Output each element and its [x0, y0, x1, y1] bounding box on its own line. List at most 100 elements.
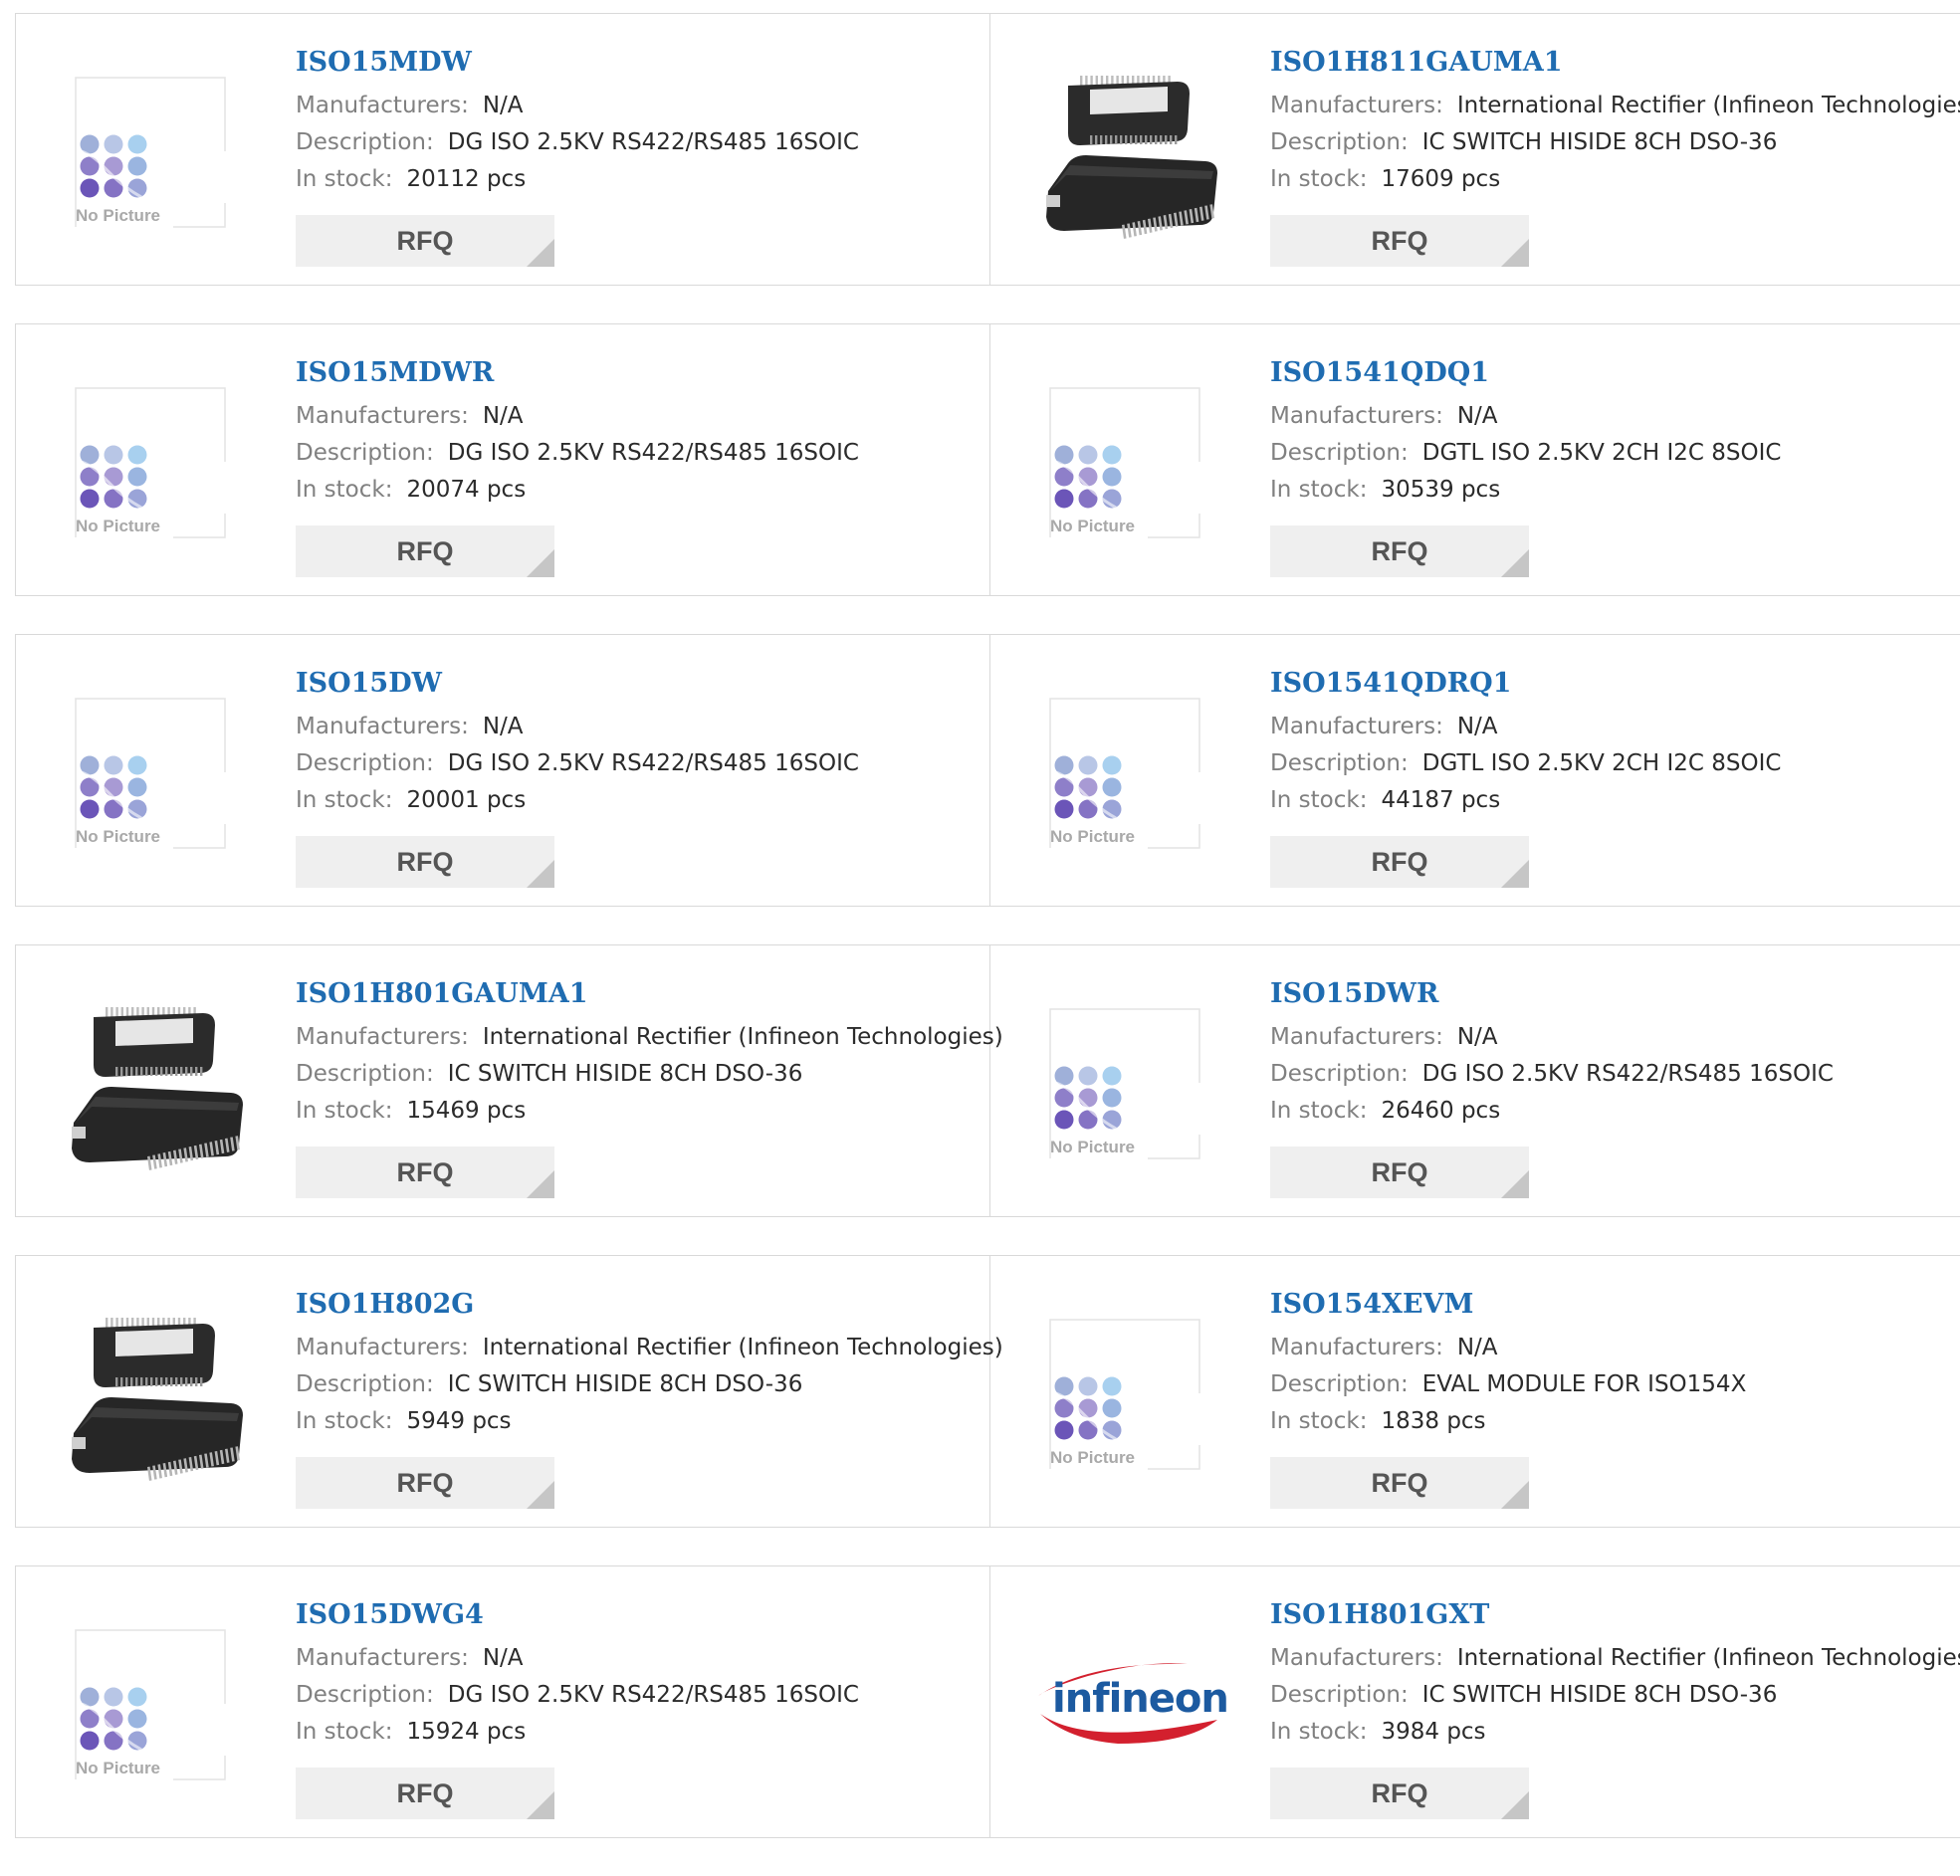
- part-number-link[interactable]: ISO15DW: [296, 667, 442, 701]
- manufacturer-row: Manufacturers: N/A: [1270, 398, 1960, 435]
- rfq-button[interactable]: RFQ: [296, 215, 554, 267]
- product-info: ISO15DWG4 Manufacturers: N/A Description:…: [296, 1598, 989, 1751]
- product-info: ISO15DW Manufacturers: N/A Description: DG…: [296, 667, 989, 819]
- product-row: No Picture ISO15DWG4 Manufacturers: N/A D…: [15, 1565, 1960, 1838]
- manufacturer-row: Manufacturers: International Rectifier (I…: [1270, 88, 1960, 124]
- part-number-link[interactable]: ISO15DWG4: [296, 1598, 484, 1632]
- rfq-label: RFQ: [396, 847, 454, 877]
- description-label: Description:: [296, 1371, 434, 1397]
- description-row: Description: IC SWITCH HISIDE 8CH DSO-36: [296, 1366, 989, 1403]
- manufacturer-value: N/A: [482, 403, 524, 429]
- manufacturer-label: Manufacturers:: [1270, 1335, 1443, 1360]
- rfq-button[interactable]: RFQ: [1270, 525, 1529, 577]
- rfq-label: RFQ: [1371, 226, 1428, 256]
- stock-row: In stock: 3984 pcs: [1270, 1714, 1960, 1751]
- rfq-label: RFQ: [396, 1468, 454, 1498]
- stock-label: In stock:: [1270, 166, 1368, 192]
- product-image[interactable]: No Picture: [1028, 1294, 1227, 1493]
- rfq-button[interactable]: RFQ: [1270, 836, 1529, 888]
- rfq-corner-decoration: [527, 1481, 554, 1509]
- product-info: ISO15DWR Manufacturers: N/A Description: D…: [1270, 977, 1960, 1130]
- description-value: EVAL MODULE FOR ISO154X: [1421, 1371, 1747, 1397]
- product-image[interactable]: No Picture: [54, 673, 253, 872]
- product-info: ISO1H811GAUMA1 Manufacturers: Internation…: [1270, 46, 1960, 198]
- manufacturer-value: International Rectifier (Infineon Techno…: [482, 1024, 1003, 1050]
- manufacturer-label: Manufacturers:: [296, 1645, 469, 1671]
- description-row: Description: DG ISO 2.5KV RS422/RS485 16S…: [296, 745, 989, 782]
- stock-value: 44187 pcs: [1381, 787, 1501, 813]
- stock-label: In stock:: [296, 787, 393, 813]
- no-picture-text: No Picture: [76, 827, 160, 846]
- product-image[interactable]: No Picture: [54, 1604, 253, 1803]
- product-card: No Picture ISO15DWR Manufacturers: N/A De…: [990, 945, 1960, 1216]
- rfq-button[interactable]: RFQ: [296, 1146, 554, 1198]
- no-picture-text: No Picture: [1050, 1138, 1135, 1156]
- description-value: IC SWITCH HISIDE 8CH DSO-36: [447, 1061, 803, 1087]
- product-image[interactable]: infineon: [1028, 1604, 1227, 1803]
- rfq-button[interactable]: RFQ: [296, 525, 554, 577]
- manufacturer-value: N/A: [1456, 714, 1498, 739]
- rfq-label: RFQ: [396, 536, 454, 566]
- stock-row: In stock: 26460 pcs: [1270, 1093, 1960, 1130]
- product-image[interactable]: No Picture: [54, 362, 253, 561]
- product-image[interactable]: No Picture: [54, 52, 253, 251]
- no-picture-text: No Picture: [76, 517, 160, 535]
- no-picture-placeholder-icon: No Picture: [1049, 698, 1200, 849]
- rfq-button[interactable]: RFQ: [296, 1768, 554, 1819]
- product-image[interactable]: [1028, 52, 1227, 251]
- no-picture-text: No Picture: [1050, 1448, 1135, 1467]
- stock-label: In stock:: [296, 1098, 393, 1124]
- product-image[interactable]: No Picture: [1028, 362, 1227, 561]
- description-label: Description:: [1270, 1682, 1409, 1708]
- product-image[interactable]: No Picture: [1028, 983, 1227, 1182]
- rfq-button[interactable]: RFQ: [1270, 1457, 1529, 1509]
- part-number-link[interactable]: ISO15DWR: [1270, 977, 1438, 1011]
- description-value: DG ISO 2.5KV RS422/RS485 16SOIC: [447, 440, 859, 466]
- manufacturer-row: Manufacturers: N/A: [296, 1640, 989, 1677]
- no-picture-placeholder-icon: No Picture: [75, 77, 226, 228]
- stock-row: In stock: 44187 pcs: [1270, 782, 1960, 819]
- manufacturer-row: Manufacturers: N/A: [296, 88, 989, 124]
- rfq-button[interactable]: RFQ: [1270, 1146, 1529, 1198]
- part-number-link[interactable]: ISO15MDW: [296, 46, 472, 80]
- description-label: Description:: [296, 750, 434, 776]
- product-image[interactable]: [54, 1294, 253, 1493]
- manufacturer-value: N/A: [1456, 1335, 1498, 1360]
- part-number-link[interactable]: ISO1H802G: [296, 1288, 474, 1322]
- part-number-link[interactable]: ISO154XEVM: [1270, 1288, 1473, 1322]
- manufacturer-value: N/A: [1456, 1024, 1498, 1050]
- rfq-label: RFQ: [1371, 536, 1428, 566]
- manufacturer-row: Manufacturers: N/A: [296, 709, 989, 745]
- part-number-link[interactable]: ISO1541QDRQ1: [1270, 667, 1511, 701]
- description-value: DG ISO 2.5KV RS422/RS485 16SOIC: [1421, 1061, 1834, 1087]
- description-row: Description: DG ISO 2.5KV RS422/RS485 16S…: [1270, 1056, 1960, 1093]
- rfq-corner-decoration: [527, 239, 554, 267]
- rfq-button[interactable]: RFQ: [296, 836, 554, 888]
- product-image[interactable]: No Picture: [1028, 673, 1227, 872]
- stock-row: In stock: 15924 pcs: [296, 1714, 989, 1751]
- manufacturer-row: Manufacturers: International Rectifier (I…: [296, 1019, 1003, 1056]
- rfq-label: RFQ: [1371, 1468, 1428, 1498]
- description-value: DGTL ISO 2.5KV 2CH I2C 8SOIC: [1421, 440, 1782, 466]
- manufacturer-label: Manufacturers:: [296, 1024, 469, 1050]
- product-card: ISO1H811GAUMA1 Manufacturers: Internation…: [990, 14, 1960, 285]
- part-number-link[interactable]: ISO1H801GXT: [1270, 1598, 1489, 1632]
- product-card: No Picture ISO15DWG4 Manufacturers: N/A D…: [16, 1566, 990, 1837]
- description-label: Description:: [1270, 1061, 1409, 1087]
- rfq-label: RFQ: [396, 226, 454, 256]
- rfq-button[interactable]: RFQ: [296, 1457, 554, 1509]
- rfq-corner-decoration: [1501, 860, 1529, 888]
- part-number-link[interactable]: ISO1541QDQ1: [1270, 356, 1489, 390]
- part-number-link[interactable]: ISO1H811GAUMA1: [1270, 46, 1562, 80]
- description-row: Description: IC SWITCH HISIDE 8CH DSO-36: [296, 1056, 989, 1093]
- part-number-link[interactable]: ISO1H801GAUMA1: [296, 977, 587, 1011]
- product-info: ISO15MDWR Manufacturers: N/A Description:…: [296, 356, 989, 509]
- stock-value: 20112 pcs: [406, 166, 527, 192]
- product-image[interactable]: [54, 983, 253, 1182]
- manufacturer-label: Manufacturers:: [1270, 403, 1443, 429]
- rfq-button[interactable]: RFQ: [1270, 1768, 1529, 1819]
- part-number-link[interactable]: ISO15MDWR: [296, 356, 494, 390]
- rfq-button[interactable]: RFQ: [1270, 215, 1529, 267]
- manufacturer-value: International Rectifier (Infineon Techno…: [482, 1335, 1003, 1360]
- no-picture-placeholder-icon: No Picture: [75, 387, 226, 538]
